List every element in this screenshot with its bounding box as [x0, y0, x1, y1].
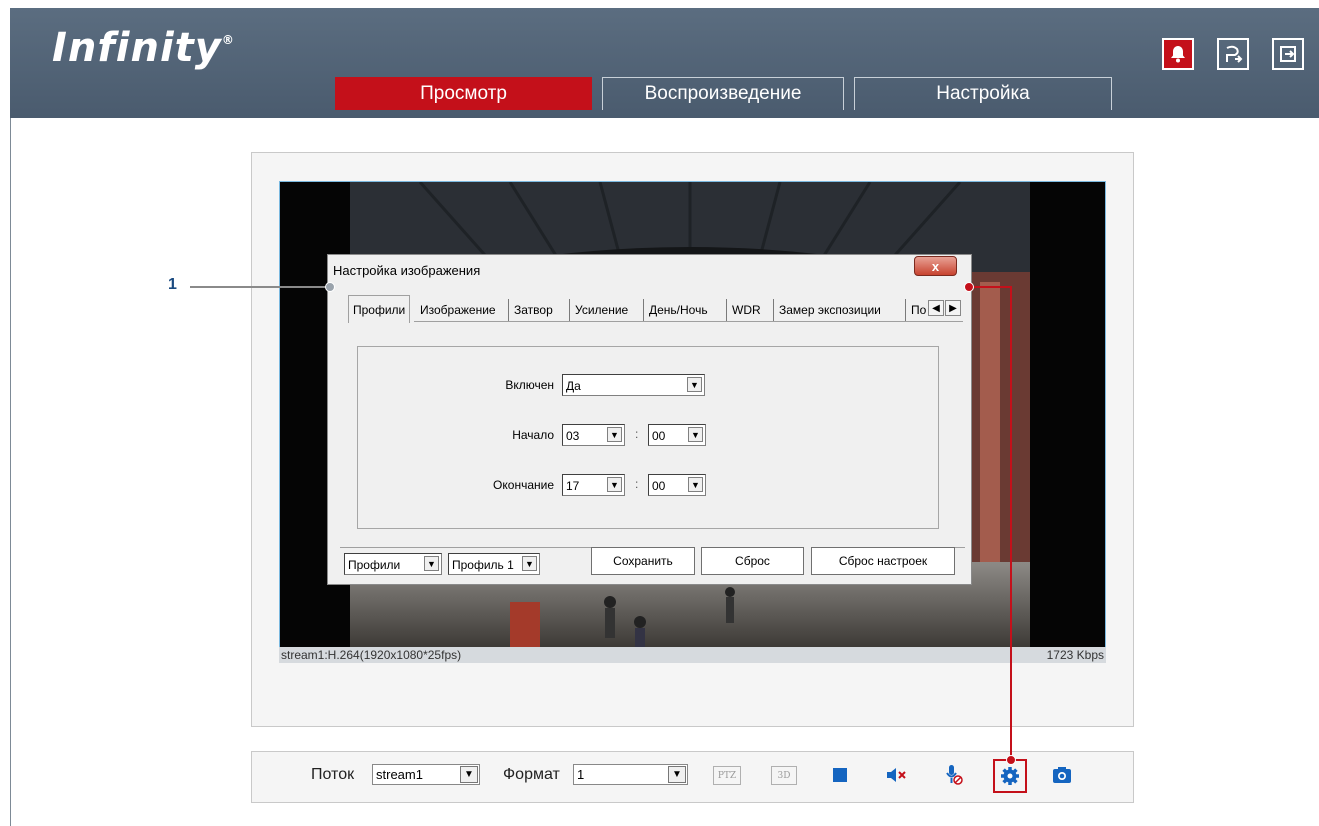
start-hour-select[interactable]: 03 ▼: [562, 424, 625, 446]
tab-wdr[interactable]: WDR: [732, 299, 761, 321]
speaker-muted-icon: [887, 768, 906, 782]
image-settings-button[interactable]: [993, 759, 1027, 793]
tab-separator: [508, 299, 509, 321]
chevron-down-icon: ▼: [607, 477, 622, 492]
chevron-down-icon: ▼: [688, 477, 703, 492]
profile-select[interactable]: Профиль 1 ▼: [448, 553, 540, 575]
callout-number: 1: [168, 276, 177, 293]
exit-button[interactable]: [1272, 38, 1304, 70]
chevron-down-icon: ▼: [607, 427, 622, 442]
tab-image[interactable]: Изображение: [420, 299, 496, 321]
brand-logo: Infinity®: [52, 25, 235, 71]
tab-scroll-left-button[interactable]: ◀: [928, 300, 944, 316]
factory-reset-button[interactable]: Сброс настроек: [811, 547, 955, 575]
chevron-down-icon: ▼: [668, 766, 686, 783]
stream-label: Поток: [311, 766, 355, 783]
format-select[interactable]: 1 ▼: [573, 764, 688, 785]
format-label: Формат: [503, 766, 560, 783]
exit-icon: [1280, 46, 1296, 62]
tab-more[interactable]: По: [911, 299, 927, 321]
chevron-down-icon: ▼: [688, 427, 703, 442]
close-icon: x: [931, 258, 940, 274]
stop-button[interactable]: [829, 764, 851, 786]
alarm-bell-icon: [1171, 46, 1185, 63]
chevron-down-icon: ▼: [460, 766, 478, 783]
logout-user-icon: [1226, 45, 1243, 63]
bitrate: 1723 Kbps: [1046, 648, 1104, 662]
gear-icon: [1001, 767, 1019, 785]
tab-separator: [643, 299, 644, 321]
tab-settings[interactable]: Настройка: [854, 77, 1112, 110]
tab-profiles[interactable]: Профили: [348, 295, 411, 323]
tab-day-night[interactable]: День/Ночь: [649, 299, 708, 321]
chevron-down-icon: ▼: [687, 377, 702, 392]
tab-strip-line: [414, 321, 963, 322]
intercom-button[interactable]: [943, 764, 965, 786]
tab-scroll-right-button[interactable]: ▶: [945, 300, 961, 316]
tab-live-view[interactable]: Просмотр: [335, 77, 592, 110]
stream-info: stream1:H.264(1920x1080*25fps): [281, 648, 462, 662]
end-minute-select[interactable]: 00 ▼: [648, 474, 706, 496]
camera-icon: [1053, 767, 1071, 783]
chevron-down-icon: ▼: [424, 556, 439, 571]
tab-separator: [726, 299, 727, 321]
time-colon: :: [635, 477, 639, 491]
arrow-right-icon: ▶: [949, 302, 957, 314]
chevron-down-icon: ▼: [522, 556, 537, 571]
tab-separator: [905, 299, 906, 321]
tab-separator: [773, 299, 774, 321]
tab-shutter[interactable]: Затвор: [514, 299, 553, 321]
tab-gain[interactable]: Усиление: [575, 299, 628, 321]
video-status-bar: stream1:H.264(1920x1080*25fps) 1723 Kbps: [279, 647, 1106, 663]
dialog-title: Настройка изображения: [333, 263, 481, 278]
enabled-label: Включен: [505, 378, 554, 392]
end-hour-select[interactable]: 17 ▼: [562, 474, 625, 496]
microphone-off-icon: [946, 765, 963, 785]
dialog-close-button[interactable]: x: [914, 256, 957, 276]
tab-separator: [569, 299, 570, 321]
ptz-button[interactable]: PTZ: [713, 766, 741, 785]
image-settings-dialog: Настройка изображения x Профили Изображе…: [327, 254, 972, 585]
bottom-divider: [340, 547, 593, 548]
3d-icon: 3D: [777, 770, 791, 781]
alarm-button[interactable]: [1162, 38, 1194, 70]
stop-icon: [833, 768, 847, 782]
start-minute-select[interactable]: 00 ▼: [648, 424, 706, 446]
3d-zoom-button[interactable]: 3D: [771, 766, 797, 785]
left-border-line: [10, 118, 11, 826]
tab-exposure-metering[interactable]: Замер экспозиции: [779, 299, 881, 321]
save-button[interactable]: Сохранить: [591, 547, 695, 575]
stream-select[interactable]: stream1 ▼: [372, 764, 480, 785]
end-label: Окончание: [493, 478, 554, 492]
user-logout-button[interactable]: [1217, 38, 1249, 70]
time-colon: :: [635, 427, 639, 441]
mode-select[interactable]: Профили ▼: [344, 553, 442, 575]
ptz-icon: PTZ: [717, 770, 737, 781]
mute-button[interactable]: [885, 764, 907, 786]
reset-button[interactable]: Сброс: [701, 547, 804, 575]
tab-playback[interactable]: Воспроизведение: [602, 77, 844, 110]
arrow-left-icon: ◀: [932, 302, 940, 314]
enabled-select[interactable]: Да ▼: [562, 374, 705, 396]
snapshot-button[interactable]: [1051, 764, 1073, 786]
start-label: Начало: [512, 428, 554, 442]
